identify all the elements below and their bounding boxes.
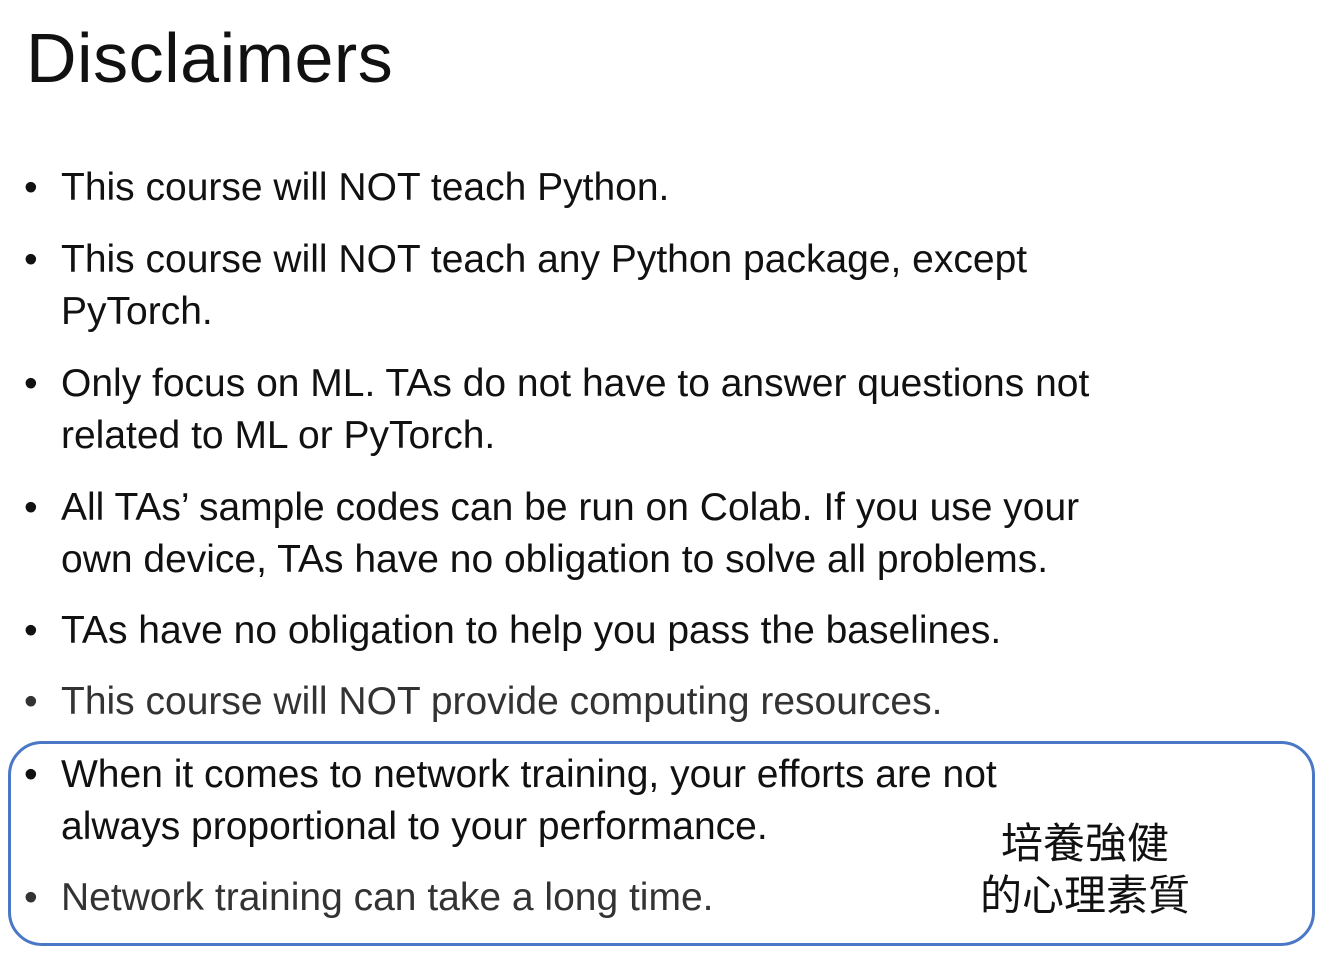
bullet-dot: •	[24, 362, 38, 405]
bullet-line: This course will NOT provide computing r…	[61, 680, 943, 723]
bullet-dot: •	[24, 486, 38, 529]
slide-title: Disclaimers	[26, 19, 394, 97]
bullet-line: PyTorch.	[61, 290, 213, 333]
bullet-text: This course will NOT teach any Python pa…	[61, 234, 1027, 338]
bullet-dot: •	[24, 166, 38, 209]
cjk-note-line-2: 的心理素質	[979, 871, 1190, 920]
bullet-text: This course will NOT provide computing r…	[61, 676, 942, 728]
bullet-line: When it comes to network training, your …	[61, 753, 997, 796]
bullet-text: Only focus on ML. TAs do not have to ans…	[61, 358, 1089, 462]
bullet-dot: •	[24, 238, 38, 281]
cjk-note-line-1: 培養強健	[1000, 819, 1169, 868]
bullet-line: related to ML or PyTorch.	[61, 414, 496, 457]
bullet-dot: •	[24, 609, 38, 652]
bullet-line: Network training can take a long time.	[61, 876, 714, 919]
bullet-dot: •	[24, 753, 38, 796]
bullet-text: When it comes to network training, your …	[61, 749, 997, 853]
bullet-line: This course will NOT teach Python.	[61, 166, 670, 209]
bullet-text: All TAs’ sample codes can be run on Cola…	[61, 482, 1079, 586]
bullet-dot: •	[24, 876, 38, 919]
bullet-dot: •	[24, 680, 38, 723]
bullet-line: always proportional to your performance.	[61, 805, 768, 848]
bullet-text: This course will NOT teach Python.	[61, 162, 669, 214]
bullet-line: All TAs’ sample codes can be run on Cola…	[61, 486, 1080, 529]
cjk-note: 培養強健 的心理素質	[955, 818, 1215, 922]
bullet-line: own device, TAs have no obligation to so…	[61, 538, 1049, 581]
bullet-line: This course will NOT teach any Python pa…	[61, 238, 1028, 281]
bullet-text: Network training can take a long time.	[61, 872, 714, 924]
bullet-line: TAs have no obligation to help you pass …	[61, 609, 1002, 652]
bullet-line: Only focus on ML. TAs do not have to ans…	[61, 362, 1090, 405]
bullet-text: TAs have no obligation to help you pass …	[61, 605, 1001, 657]
